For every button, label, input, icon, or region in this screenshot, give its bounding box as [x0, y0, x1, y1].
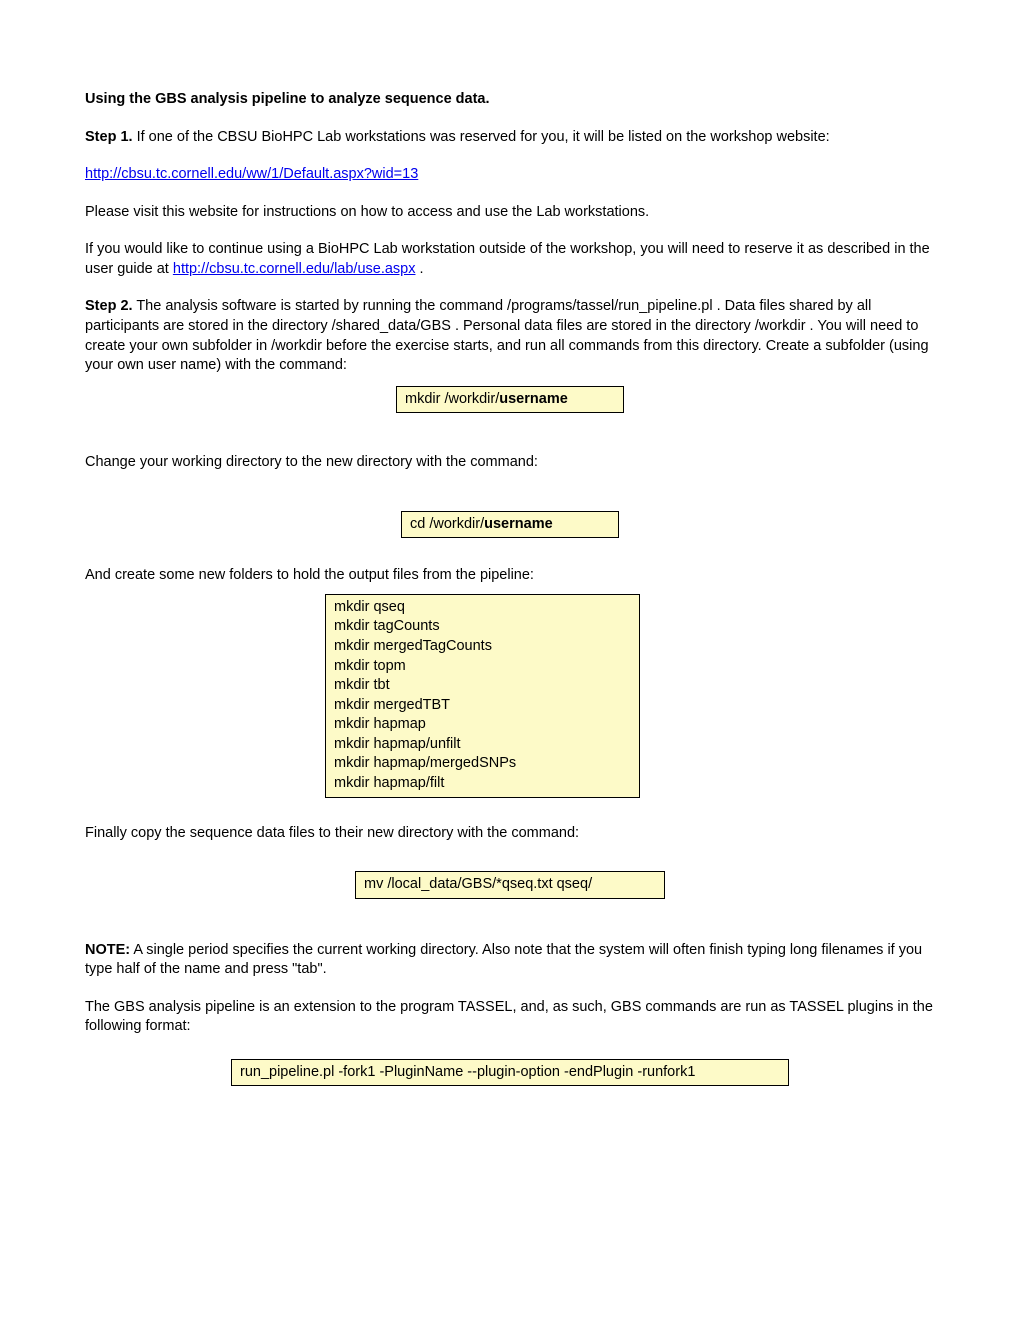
note-paragraph: NOTE: A single period specifies the curr…	[85, 941, 935, 980]
cmd-box-row-3: mkdir qseq mkdir tagCounts mkdir mergedT…	[85, 594, 935, 798]
cmd-run-pipeline: run_pipeline.pl -fork1 -PluginName --plu…	[231, 1059, 789, 1087]
create-folders-text: And create some new folders to hold the …	[85, 566, 935, 586]
workshop-link[interactable]: http://cbsu.tc.cornell.edu/ww/1/Default.…	[85, 166, 418, 182]
step1-label: Step 1.	[85, 129, 133, 145]
reserve-post: .	[416, 261, 424, 277]
document-page: Using the GBS analysis pipeline to analy…	[0, 0, 1020, 1174]
cmd-mv-qseq: mv /local_data/GBS/*qseq.txt qseq/	[355, 871, 665, 899]
tassel-text: The GBS analysis pipeline is an extensio…	[85, 998, 935, 1037]
note-text: A single period specifies the current wo…	[85, 942, 922, 978]
step2-label: Step 2.	[85, 298, 133, 314]
userguide-link[interactable]: http://cbsu.tc.cornell.edu/lab/use.aspx	[173, 261, 416, 277]
link1-paragraph: http://cbsu.tc.cornell.edu/ww/1/Default.…	[85, 165, 935, 185]
cmd-box-row-4: mv /local_data/GBS/*qseq.txt qseq/	[85, 871, 935, 899]
change-dir-text: Change your working directory to the new…	[85, 453, 935, 473]
document-title: Using the GBS analysis pipeline to analy…	[85, 90, 935, 110]
step2-text: The analysis software is started by runn…	[85, 298, 929, 373]
cmd-cd-workdir: cd /workdir/username	[401, 511, 619, 539]
cmd-box-row-1: mkdir /workdir/username	[85, 386, 935, 414]
step2-paragraph: Step 2. The analysis software is started…	[85, 297, 935, 375]
copy-text: Finally copy the sequence data files to …	[85, 824, 935, 844]
cmd-box-row-5: run_pipeline.pl -fork1 -PluginName --plu…	[85, 1059, 935, 1087]
visit-paragraph: Please visit this website for instructio…	[85, 203, 935, 223]
step1-paragraph: Step 1. If one of the CBSU BioHPC Lab wo…	[85, 128, 935, 148]
cmd-mkdir-workdir: mkdir /workdir/username	[396, 386, 624, 414]
cmd-box-row-2: cd /workdir/username	[85, 511, 935, 539]
step1-text: If one of the CBSU BioHPC Lab workstatio…	[133, 129, 830, 145]
note-label: NOTE:	[85, 942, 130, 958]
cmd-mkdir-list: mkdir qseq mkdir tagCounts mkdir mergedT…	[325, 594, 640, 798]
reserve-paragraph: If you would like to continue using a Bi…	[85, 240, 935, 279]
